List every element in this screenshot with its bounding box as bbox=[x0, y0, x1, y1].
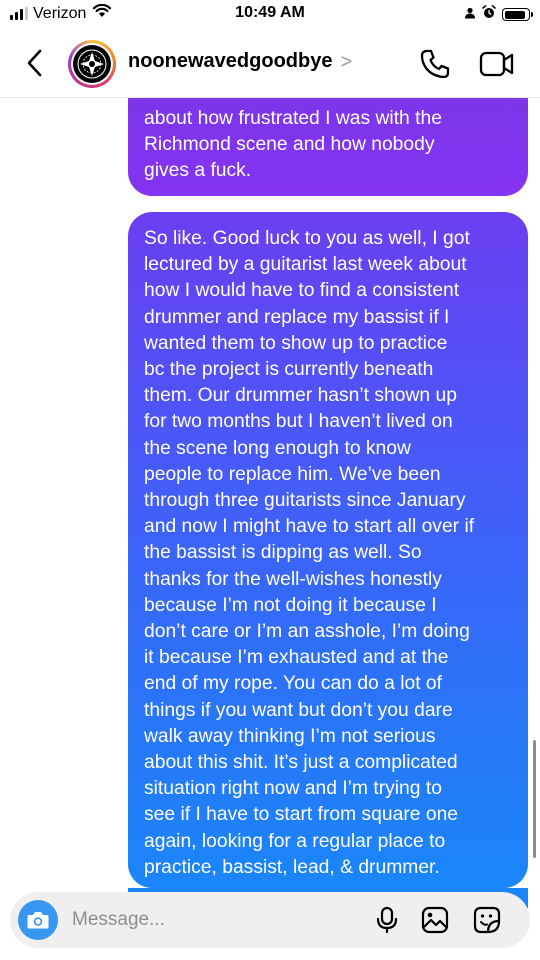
scroll-indicator[interactable] bbox=[533, 740, 536, 858]
chat-header: noonewavedgoodbye > bbox=[0, 30, 540, 98]
audio-call-button[interactable] bbox=[418, 47, 452, 81]
status-bar: Verizon 10:49 AM bbox=[0, 0, 540, 30]
phone-icon bbox=[420, 49, 450, 79]
back-arrow-icon bbox=[27, 49, 42, 77]
chevron-right-icon: > bbox=[340, 50, 353, 73]
location-icon bbox=[464, 6, 476, 24]
gallery-button[interactable] bbox=[420, 905, 450, 935]
message-bubble-sent[interactable]: So like. Good luck to you as well, I got… bbox=[128, 212, 528, 888]
message-composer bbox=[10, 892, 530, 948]
voice-message-button[interactable] bbox=[372, 905, 402, 935]
video-camera-icon bbox=[479, 51, 514, 77]
bottom-safe-area bbox=[0, 950, 540, 960]
microphone-icon bbox=[376, 906, 398, 934]
avatar-image bbox=[73, 45, 111, 83]
status-right bbox=[464, 5, 533, 24]
username: noonewavedgoodbye bbox=[128, 50, 333, 72]
back-button[interactable] bbox=[20, 46, 48, 80]
avatar[interactable] bbox=[68, 40, 116, 88]
camera-icon bbox=[27, 912, 49, 929]
gallery-icon bbox=[421, 906, 449, 934]
username-link[interactable]: noonewavedgoodbye > bbox=[128, 50, 352, 73]
status-time: 10:49 AM bbox=[235, 4, 305, 21]
dm-screen: about how frustrated I was with the Rich… bbox=[0, 0, 540, 960]
message-input[interactable] bbox=[72, 907, 362, 933]
sticker-button[interactable] bbox=[472, 905, 502, 935]
message-thread[interactable]: about how frustrated I was with the Rich… bbox=[0, 0, 540, 960]
camera-button[interactable] bbox=[18, 900, 58, 940]
alarm-icon bbox=[482, 5, 496, 24]
video-call-button[interactable] bbox=[478, 47, 516, 81]
sticker-icon bbox=[473, 906, 501, 934]
battery-icon bbox=[502, 8, 533, 21]
